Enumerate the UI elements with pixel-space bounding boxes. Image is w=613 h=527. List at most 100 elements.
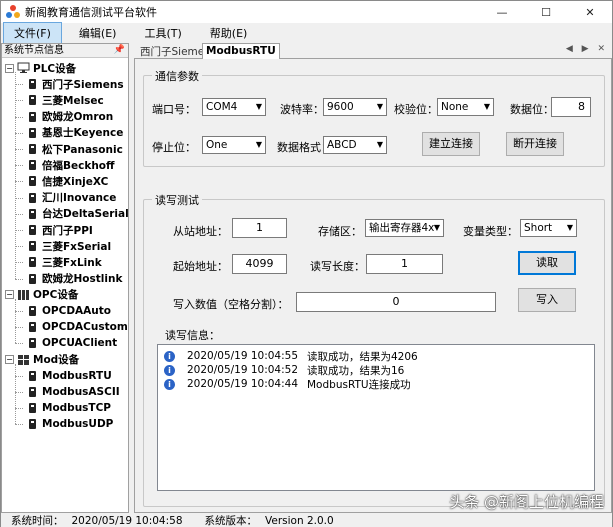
- port-select[interactable]: COM4 ▼: [202, 98, 266, 116]
- log-time: 2020/05/19 10:04:44: [187, 378, 299, 390]
- menu-tools[interactable]: 工具(T): [133, 22, 192, 44]
- tree-connector: [15, 375, 23, 377]
- device-icon: [26, 273, 39, 285]
- port-value: COM4: [206, 101, 238, 113]
- monitor-icon: [17, 62, 30, 74]
- tree-connector: [15, 299, 16, 344]
- tree-item[interactable]: 西门子PPI: [26, 222, 93, 238]
- tree-item-label: 汇川Inovance: [42, 192, 117, 205]
- tab-strip: 西门子Siemens ModbusRTU ◀ ▶ ✕: [134, 43, 612, 60]
- tree-connector: [15, 165, 23, 167]
- menu-help[interactable]: 帮助(E): [199, 22, 259, 44]
- tree-connector: [15, 132, 23, 134]
- pin-icon[interactable]: 📌: [114, 44, 125, 57]
- tree-item-label: 三菱Melsec: [42, 94, 104, 107]
- stopbits-label: 停止位：: [152, 141, 196, 154]
- tree-item[interactable]: 三菱FxSerial: [26, 238, 111, 254]
- watermark: 头条 @新阁上位机编程: [449, 493, 604, 511]
- tree-item-label: 三菱FxLink: [42, 256, 102, 269]
- tab-navigation-icons[interactable]: ◀ ▶ ✕: [566, 44, 608, 54]
- menu-edit[interactable]: 编辑(E): [68, 22, 128, 44]
- tree-group-label: PLC设备: [33, 62, 77, 75]
- connect-button[interactable]: 建立连接: [422, 132, 480, 156]
- tree-item[interactable]: OPCUAClient: [26, 335, 117, 351]
- tree-item-label: 西门子PPI: [42, 224, 93, 237]
- tree-connector: [15, 116, 23, 118]
- disconnect-button[interactable]: 断开连接: [506, 132, 564, 156]
- tree-item[interactable]: 汇川Inovance: [26, 190, 116, 206]
- tree-connector: [15, 392, 23, 393]
- parity-select[interactable]: None ▼: [437, 98, 494, 116]
- tree-item[interactable]: 信捷XinjeXC: [26, 173, 108, 189]
- tree-item[interactable]: 基恩士Keyence: [26, 125, 123, 141]
- tree-item-label: ModbusTCP: [42, 402, 111, 415]
- comm-params-title: 通信参数: [152, 68, 202, 84]
- collapse-icon[interactable]: −: [5, 355, 14, 365]
- baud-select[interactable]: 9600 ▼: [323, 98, 387, 116]
- info-icon: i: [164, 350, 175, 362]
- read-button[interactable]: 读取: [518, 251, 576, 275]
- area-select[interactable]: 输出寄存器4x ▼: [365, 219, 444, 237]
- device-icon: [26, 256, 39, 268]
- tree-item[interactable]: OPCDAAuto: [26, 303, 111, 319]
- device-icon: [26, 208, 39, 220]
- tree-item[interactable]: ModbusTCP: [26, 400, 111, 416]
- start-input[interactable]: 4099: [232, 254, 287, 274]
- maximize-button[interactable]: ☐: [524, 1, 568, 23]
- stopbits-select[interactable]: One ▼: [202, 136, 266, 154]
- minimize-button[interactable]: —: [480, 1, 524, 23]
- tree-item[interactable]: ModbusUDP: [26, 416, 113, 432]
- menu-file[interactable]: 文件(F): [3, 22, 62, 44]
- status-time-label: 系统时间：: [11, 515, 64, 527]
- tree-item[interactable]: ModbusRTU: [26, 368, 112, 384]
- tree-item[interactable]: OPCDACustom: [26, 319, 128, 335]
- vartype-select[interactable]: Short ▼: [520, 219, 577, 237]
- device-icon: [26, 127, 39, 139]
- tree-item[interactable]: 三菱Melsec: [26, 92, 104, 108]
- tab-modbusrtu[interactable]: ModbusRTU: [202, 43, 280, 60]
- length-input[interactable]: 1: [366, 254, 443, 274]
- baud-label: 波特率：: [280, 103, 324, 116]
- tree-item[interactable]: 欧姆龙Hostlink: [26, 271, 122, 287]
- format-select[interactable]: ABCD ▼: [323, 136, 387, 154]
- tree-item[interactable]: 三菱FxLink: [26, 254, 102, 270]
- tree-connector: [15, 343, 23, 345]
- info-icon: i: [164, 378, 175, 390]
- tree-connector: [15, 181, 23, 183]
- tree-item-label: 倍福Beckhoff: [42, 159, 115, 172]
- device-icon: [26, 386, 39, 398]
- tree-item-label: OPCDAAuto: [42, 305, 112, 317]
- menu-bar: 文件(F) 编辑(E) 工具(T) 帮助(E): [1, 22, 612, 44]
- tree-connector: [15, 311, 23, 312]
- info-icon: i: [164, 364, 175, 376]
- tree-group-2[interactable]: − Mod设备: [5, 352, 79, 368]
- tree-item[interactable]: 台达DeltaSerial: [26, 206, 129, 222]
- tree-connector: [15, 246, 23, 248]
- device-icon: [26, 143, 39, 155]
- tree-item[interactable]: 西门子Siemens: [26, 76, 124, 92]
- tree-item[interactable]: 欧姆龙Omron: [26, 109, 113, 125]
- tree-item[interactable]: 松下Panasonic: [26, 141, 123, 157]
- parity-label: 校验位：: [394, 103, 438, 116]
- tree-item[interactable]: 倍福Beckhoff: [26, 157, 115, 173]
- log-time: 2020/05/19 10:04:55: [187, 350, 299, 362]
- device-icon: [26, 370, 39, 382]
- close-button[interactable]: ✕: [568, 1, 612, 23]
- write-input[interactable]: 0: [296, 292, 496, 312]
- write-label: 写入数值（空格分割）：: [173, 298, 289, 311]
- tree-connector: [15, 363, 16, 425]
- log-list[interactable]: i 2020/05/19 10:04:55 读取成功，结果为4206 i 2020/0…: [157, 344, 595, 491]
- tree-item[interactable]: ModbusASCII: [26, 384, 120, 400]
- app-window: 新阁教育通信测试平台软件 — ☐ ✕ 文件(F) 编辑(E) 工具(T) 帮助(…: [0, 0, 613, 527]
- tree-connector: [15, 408, 23, 410]
- collapse-icon[interactable]: −: [5, 290, 14, 300]
- tree-connector: [15, 424, 23, 426]
- write-button[interactable]: 写入: [518, 288, 576, 312]
- slave-input[interactable]: 1: [232, 218, 287, 238]
- device-icon: [26, 321, 39, 333]
- collapse-icon[interactable]: −: [5, 63, 14, 73]
- databits-input[interactable]: 8: [551, 97, 591, 117]
- device-icon: [26, 175, 39, 187]
- tree-item-label: 西门子Siemens: [42, 78, 124, 91]
- panel-title: 系统节点信息: [4, 45, 64, 56]
